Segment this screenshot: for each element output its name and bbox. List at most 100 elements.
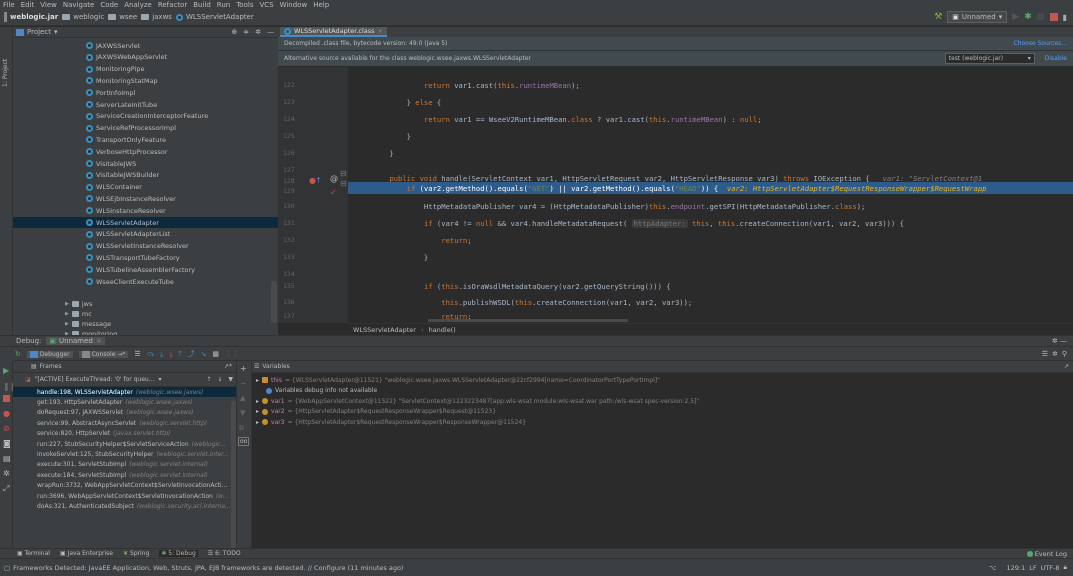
- tab-console[interactable]: Console →*: [78, 350, 129, 358]
- rerun-icon[interactable]: ↻: [15, 350, 21, 358]
- gear-icon[interactable]: ✲: [255, 28, 261, 36]
- stack-frame[interactable]: run:3696, WebAppServletContext$ServletIn…: [13, 491, 236, 501]
- add-watch-icon[interactable]: +: [240, 364, 247, 373]
- run-to-cursor-icon[interactable]: ↘: [201, 350, 207, 358]
- tool-java-enterprise[interactable]: ▣ Java Enterprise: [60, 550, 113, 557]
- tree-class-item[interactable]: VerboseHttpProcessor: [86, 146, 168, 157]
- status-message[interactable]: Frameworks Detected: JavaEE Application,…: [13, 564, 403, 572]
- watches-toggle-icon[interactable]: oo: [238, 437, 250, 446]
- tree-class-item[interactable]: WLSServletInstanceResolver: [86, 241, 189, 252]
- thread-selector[interactable]: ◪ "[ACTIVE] ExecuteThread: '0' for queu.…: [13, 373, 236, 387]
- nav-crumb-weblogic[interactable]: weblogic: [62, 13, 104, 21]
- expand-arrow-icon[interactable]: ▶: [65, 311, 69, 317]
- layout-icon[interactable]: ▮: [1063, 13, 1067, 22]
- tree-class-item[interactable]: WseeClientExecuteTube: [86, 276, 174, 287]
- nav-crumb-jar[interactable]: weblogic.jar: [4, 12, 58, 22]
- menu-build[interactable]: Build: [193, 1, 211, 9]
- expand-arrow-icon[interactable]: ▶: [65, 301, 69, 307]
- remove-watch-icon[interactable]: −: [240, 379, 247, 388]
- menu-icon[interactable]: ☰: [134, 350, 140, 358]
- stack-frame[interactable]: wrapRun:3732, WebAppServletContext$Servl…: [13, 481, 236, 491]
- arrow-down-icon[interactable]: ↓: [217, 376, 222, 383]
- menu-analyze[interactable]: Analyze: [124, 1, 152, 9]
- breadcrumb-method[interactable]: handle(): [429, 326, 456, 334]
- tool-terminal[interactable]: ▣ Terminal: [17, 550, 50, 557]
- editor-hscrollbar[interactable]: [428, 319, 628, 322]
- annotation-icon[interactable]: @: [330, 174, 338, 183]
- hide-icon[interactable]: —: [267, 28, 274, 36]
- stack-frame[interactable]: service:99, AbstractAsyncServlet (weblogi…: [13, 418, 236, 428]
- override-icon[interactable]: ↑: [315, 176, 322, 185]
- tree-class-item[interactable]: WLSTubelineAssemblerFactory: [86, 264, 195, 275]
- variable-row-this[interactable]: ▸ this = {WLSServletAdapter@11521} "weblo…: [256, 375, 1073, 386]
- variable-row-var1[interactable]: ▸ var1 = {WebAppServletContext@11522} "Se…: [256, 396, 1073, 407]
- variable-row-var3[interactable]: ▸ var3 = {HttpServletAdapter$RequestRespo…: [256, 417, 1073, 428]
- nav-crumb-class[interactable]: WLSServletAdapter: [175, 13, 254, 21]
- run-icon[interactable]: ▶: [1012, 12, 1019, 22]
- close-icon[interactable]: ×: [378, 27, 383, 35]
- current-breakpoint-icon[interactable]: ✓: [330, 188, 337, 197]
- nav-crumb-wsee[interactable]: wsee: [108, 13, 137, 21]
- caret-position[interactable]: 129:1: [1006, 564, 1025, 572]
- run-config-select[interactable]: ▣ Unnamed ▾: [947, 11, 1008, 23]
- mute-breakpoints-icon[interactable]: ⊘: [3, 424, 10, 433]
- menu-tools[interactable]: Tools: [236, 1, 253, 9]
- project-title[interactable]: Project: [27, 28, 51, 36]
- menu-window[interactable]: Window: [280, 1, 308, 9]
- tab-debugger[interactable]: Debugger: [26, 350, 73, 358]
- trace-icon[interactable]: ⋮⋮: [225, 350, 239, 358]
- stack-frame[interactable]: get:193, HttpServletAdapter (weblogic.wse…: [13, 397, 236, 407]
- tree-class-item[interactable]: PortInfoImpl: [86, 87, 135, 98]
- stack-frame[interactable]: run:227, StubSecurityHelper$ServletServi…: [13, 439, 236, 449]
- menu-edit[interactable]: Edit: [21, 1, 35, 9]
- menu-file[interactable]: File: [3, 1, 15, 9]
- project-scrollbar[interactable]: [271, 281, 277, 323]
- disable-link[interactable]: Disable: [1045, 55, 1067, 62]
- tree-class-item[interactable]: WLSServletAdapterList: [86, 229, 170, 240]
- frames-scrollbar[interactable]: [231, 401, 236, 549]
- drop-frame-icon[interactable]: ⤴: [188, 349, 195, 359]
- tree-class-item[interactable]: VisitableJWS: [86, 158, 136, 169]
- duplicate-icon[interactable]: ⧉: [239, 424, 244, 433]
- settings-icon[interactable]: ✲: [1052, 350, 1058, 358]
- filter-icon[interactable]: ▼: [228, 376, 233, 383]
- event-log[interactable]: Event Log: [1026, 550, 1067, 558]
- menu-help[interactable]: Help: [313, 1, 329, 9]
- tree-class-item[interactable]: WLSServletAdapter: [13, 217, 278, 228]
- line-separator[interactable]: LF: [1029, 564, 1036, 572]
- expand-icon[interactable]: ↗*: [224, 363, 236, 370]
- tool-debug[interactable]: ✱ 5: Debug: [159, 550, 198, 557]
- gear-icon[interactable]: ✲ —: [1052, 337, 1073, 345]
- breadcrumb-class[interactable]: WLSServletAdapter: [353, 326, 416, 334]
- step-over-icon[interactable]: ⤼: [147, 350, 154, 359]
- variable-row-var2[interactable]: ▸ var2 = {HttpServletAdapter$RequestRespo…: [256, 407, 1073, 418]
- fold-icon[interactable]: ⊟: [340, 179, 347, 188]
- layout-icons[interactable]: ☰ ✲ ⚲: [1042, 350, 1073, 358]
- move-up-icon[interactable]: ▲: [240, 394, 245, 402]
- chevron-down-icon[interactable]: ▾: [54, 28, 58, 36]
- nav-crumb-jaxws[interactable]: jaxws: [141, 13, 172, 21]
- restore-layout-icon[interactable]: ☰: [1042, 350, 1048, 358]
- expand-icon[interactable]: ↗: [1064, 363, 1073, 370]
- expand-arrow-icon[interactable]: ▶: [65, 321, 69, 327]
- stack-frame[interactable]: service:820, HttpServlet (javax.servlet.h…: [13, 429, 236, 439]
- menu-code[interactable]: Code: [100, 1, 118, 9]
- restore-icon[interactable]: ▤: [3, 454, 11, 463]
- coverage-icon[interactable]: ◍: [1037, 12, 1045, 22]
- tree-class-item[interactable]: WLSInstanceResolver: [86, 205, 166, 216]
- target-icon[interactable]: ⊕: [231, 28, 237, 36]
- hammer-icon[interactable]: ⚒: [934, 12, 942, 22]
- tree-class-item[interactable]: ServerLateInitTube: [86, 99, 157, 110]
- menu-refactor[interactable]: Refactor: [158, 1, 187, 9]
- tool-project[interactable]: 1: Project: [2, 59, 9, 87]
- step-out-icon[interactable]: ⤒: [178, 350, 181, 359]
- arrow-up-icon[interactable]: ↑: [206, 376, 211, 383]
- tool-spring[interactable]: ❦ Spring: [123, 550, 149, 557]
- stop-icon[interactable]: [3, 395, 10, 402]
- tree-class-item[interactable]: ServiceRefProcessorImpl: [86, 123, 176, 134]
- choose-sources-link[interactable]: Choose Sources...: [1013, 40, 1067, 47]
- pin-icon[interactable]: ⚲: [1062, 350, 1067, 358]
- collapse-icon[interactable]: ≑: [243, 28, 249, 36]
- stack-frame[interactable]: doAs:321, AuthenticatedSubject (weblogic.…: [13, 501, 236, 511]
- fold-icon[interactable]: ⊟: [340, 169, 347, 178]
